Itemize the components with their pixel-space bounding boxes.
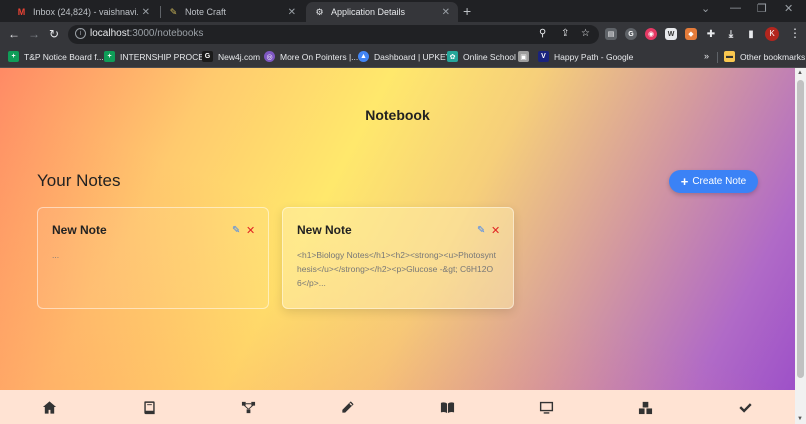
image-icon: ▣ (518, 51, 529, 62)
back-icon[interactable]: ← (7, 27, 21, 41)
url-text: localhost:3000/notebooks (90, 28, 203, 39)
side-panel-icon[interactable]: ▮ (745, 28, 757, 40)
site-icon: V (538, 51, 549, 62)
sheet-icon: + (8, 51, 19, 62)
sheet-icon: + (104, 51, 115, 62)
note-card[interactable]: New Note ✎ ✕ ... (37, 207, 269, 309)
note-preview: ... (52, 250, 60, 260)
bookmark-item[interactable]: G New4j.com (202, 51, 260, 62)
reload-icon[interactable]: ↻ (47, 27, 61, 41)
scroll-down-icon[interactable]: ▼ (797, 416, 803, 422)
extension-icon[interactable]: ◉ (645, 28, 657, 40)
forward-icon[interactable]: → (27, 27, 41, 41)
note-preview: <h1>Biology Notes</h1><h2><strong><u>Pho… (297, 250, 496, 288)
url-path: :3000/notebooks (129, 28, 204, 39)
app-viewport: Notebook Your Notes + Create Note New No… (0, 68, 795, 424)
notecraft-icon: ✎ (169, 6, 178, 17)
plus-icon: + (680, 174, 689, 189)
tab-strip: M Inbox (24,824) - vaishnavi.a.kale@ ✕ ✎… (0, 0, 806, 22)
bookmark-label: New4j.com (218, 51, 261, 62)
bookmark-item[interactable]: ◎ More On Pointers |... (264, 51, 358, 62)
puzzle-icon[interactable]: ✚ (705, 28, 717, 40)
diagram-icon[interactable] (239, 398, 257, 416)
section-title: Your Notes (37, 171, 121, 190)
tab-search-icon[interactable]: ⌄ (701, 2, 710, 15)
delete-icon[interactable]: ✕ (491, 224, 500, 237)
pencil-icon[interactable] (338, 398, 356, 416)
bookmark-item[interactable]: + T&P Notice Board f... (8, 51, 104, 62)
bookmark-item[interactable]: + INTERNSHIP PROCE... (104, 51, 211, 62)
bookmark-item[interactable]: ▣ (518, 51, 534, 62)
bookmark-label: INTERNSHIP PROCE... (120, 51, 211, 62)
bookmark-label: Happy Path - Google (554, 51, 634, 62)
minimize-icon[interactable]: — (730, 2, 741, 14)
create-note-button[interactable]: + Create Note (669, 170, 758, 193)
scrollbar-thumb[interactable] (797, 80, 804, 378)
site-icon: ▲ (358, 51, 369, 62)
url-host: localhost (90, 28, 130, 39)
avatar[interactable]: K (765, 27, 779, 41)
boxes-icon[interactable] (636, 398, 654, 416)
browser-toolbar: ← → ↻ i localhost:3000/notebooks ⚲ ⇪ ☆ ▤… (0, 22, 806, 47)
tab-inbox[interactable]: M Inbox (24,824) - vaishnavi.a.kale@ ✕ (8, 2, 158, 22)
share-icon[interactable]: ⇪ (561, 28, 569, 39)
other-bookmarks[interactable]: ▬ Other bookmarks (724, 51, 805, 62)
extension-icon[interactable]: W (665, 28, 677, 40)
address-bar[interactable]: i localhost:3000/notebooks ⚲ ⇪ ☆ (68, 25, 599, 44)
bookmark-item[interactable]: ✿ Online School (447, 51, 516, 62)
check-icon[interactable] (736, 398, 754, 416)
tab-note-craft[interactable]: ✎ Note Craft ✕ (160, 2, 304, 22)
note-title: New Note (52, 223, 107, 237)
restore-icon[interactable]: ❐ (757, 2, 767, 15)
site-icon: G (202, 51, 213, 62)
page-scrollbar[interactable]: ▲ ▼ (795, 68, 806, 424)
tab-title: Application Details (331, 7, 406, 17)
page-title: Notebook (365, 107, 430, 123)
bookmarks-bar: + T&P Notice Board f... + INTERNSHIP PRO… (0, 47, 806, 68)
bookmark-label: Online School (463, 51, 516, 62)
gmail-icon: M (17, 7, 26, 17)
grammarly-icon[interactable]: G (625, 28, 637, 40)
bookmark-label: Other bookmarks (740, 51, 806, 62)
pencil-icon[interactable]: ✎ (477, 225, 485, 236)
new-tab-button[interactable]: + (463, 3, 471, 19)
window-close-icon[interactable]: ✕ (784, 2, 793, 15)
info-icon[interactable]: i (75, 28, 86, 39)
zoom-icon[interactable]: ⚲ (539, 28, 546, 39)
extension-icon[interactable]: ▤ (605, 28, 617, 40)
note-card[interactable]: New Note ✎ ✕ <h1>Biology Notes</h1><h2><… (282, 207, 514, 309)
bookmark-label: Dashboard | UPKEY (374, 51, 452, 62)
presentation-icon[interactable] (537, 398, 555, 416)
menu-icon[interactable]: ⋮ (789, 26, 801, 40)
scroll-up-icon[interactable]: ▲ (797, 70, 803, 76)
close-icon[interactable]: ✕ (142, 7, 150, 18)
close-icon[interactable]: ✕ (442, 7, 450, 18)
metamask-icon[interactable]: ◆ (685, 28, 697, 40)
bookmark-divider (717, 52, 718, 63)
delete-icon[interactable]: ✕ (246, 224, 255, 237)
bookmark-label: More On Pointers |... (280, 51, 359, 62)
note-title: New Note (297, 223, 352, 237)
bookmark-item[interactable]: ▲ Dashboard | UPKEY (358, 51, 451, 62)
tab-title: Note Craft (185, 7, 227, 17)
star-icon[interactable]: ☆ (581, 28, 590, 39)
bookmark-label: T&P Notice Board f... (24, 51, 104, 62)
create-note-label: Create Note (692, 176, 747, 187)
tab-title: Inbox (24,824) - vaishnavi.a.kale@ (33, 7, 138, 17)
tab-application-details[interactable]: ⚙ Application Details ✕ (306, 2, 458, 22)
home-icon[interactable] (40, 398, 58, 416)
bottom-dock (0, 390, 795, 424)
site-icon: ✿ (447, 51, 458, 62)
download-icon[interactable]: ⤓ (725, 28, 737, 40)
settings-icon: ⚙ (315, 6, 324, 17)
bookmark-item[interactable]: V Happy Path - Google (538, 51, 633, 62)
folder-icon: ▬ (724, 51, 735, 62)
site-icon: ◎ (264, 51, 275, 62)
close-icon[interactable]: ✕ (288, 7, 296, 18)
book-icon[interactable] (140, 398, 158, 416)
open-book-icon[interactable] (438, 398, 456, 416)
pencil-icon[interactable]: ✎ (232, 225, 240, 236)
bookmarks-overflow-button[interactable]: » (704, 51, 709, 61)
